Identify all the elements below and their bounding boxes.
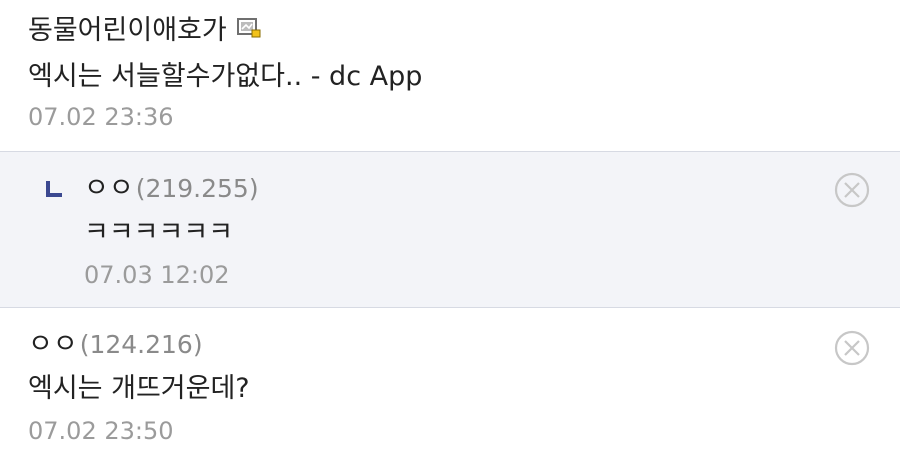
reply-arrow-icon [44,180,64,200]
reply-text: ㅋㅋㅋㅋㅋㅋ [84,217,234,248]
comment-ip: (124.216) [79,330,203,359]
comment-header: 동물어린이애호가 [28,14,900,48]
comment-header: ㅇㅇ (124.216) [28,328,900,362]
reply-header: ㅇㅇ (219.255) [84,172,900,206]
gallery-nick-icon [236,18,261,38]
comment-text: 엑시는 개뜨거운데? [28,373,250,404]
comment-date: 07.02 23:50 [28,417,174,445]
reply-date: 07.03 12:02 [84,261,230,289]
close-circle-icon[interactable] [834,330,870,366]
comment-item: 동물어린이애호가 엑시는 서늘할수가없다.. - dc App 07.02 23… [0,0,900,151]
reply-item: ㅇㅇ (219.255) ㅋㅋㅋㅋㅋㅋ 07.03 12:02 [0,151,900,308]
comment-date: 07.02 23:36 [28,103,174,131]
close-circle-icon[interactable] [834,172,870,208]
comment-author[interactable]: 동물어린이애호가 [28,14,227,48]
reply-author[interactable]: ㅇㅇ [84,172,134,206]
comment-text: 엑시는 서늘할수가없다.. - dc App [28,61,423,92]
comment-item: ㅇㅇ (124.216) 엑시는 개뜨거운데? 07.02 23:50 [0,308,900,458]
reply-ip: (219.255) [135,174,259,203]
comment-author[interactable]: ㅇㅇ [28,328,78,362]
